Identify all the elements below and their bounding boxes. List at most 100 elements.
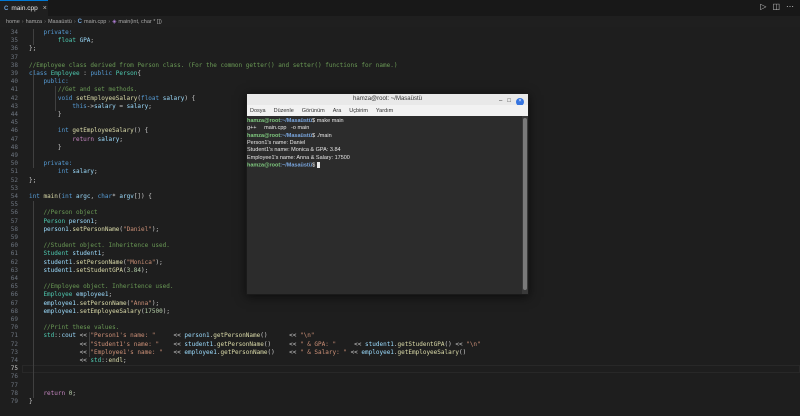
code-line[interactable]: 35 float GPA; (0, 37, 800, 45)
code-text: }; (29, 45, 36, 53)
code-line[interactable]: 38 //Employee class derived from Person c… (0, 62, 800, 70)
menu-gorunum[interactable]: Görünüm (302, 108, 325, 114)
code-token: << (346, 348, 362, 356)
code-token: student1 (365, 340, 394, 348)
code-token: private: (29, 160, 73, 168)
run-debug-icon[interactable]: ▷ (760, 2, 766, 11)
code-token: Person (115, 70, 138, 77)
code-token: salary (97, 135, 120, 143)
code-line[interactable]: 77 (0, 382, 800, 390)
line-number: 41 (10, 86, 18, 94)
menu-ucbirim[interactable]: Uçbirim (349, 108, 368, 114)
code-token: getPersonName (216, 340, 264, 348)
scrollbar-thumb[interactable] (523, 118, 527, 290)
code-text: << "Student1's name: " << student1.getPe… (29, 341, 481, 349)
chevron-right-icon: › (108, 18, 111, 25)
code-line[interactable]: 37 (0, 54, 800, 62)
code-text: } (29, 398, 33, 406)
line-number: 42 (10, 94, 18, 102)
code-token: employee1 (29, 307, 76, 315)
code-line[interactable]: 68 employee1.setEmployeeSalary(17500); (0, 308, 800, 316)
code-line[interactable]: 69 (0, 316, 800, 324)
code-token: argv (119, 193, 134, 200)
line-number: 56 (10, 209, 18, 217)
code-token: setEmployeeSalary (79, 307, 142, 315)
code-token: //Get and set methods. (29, 86, 138, 94)
code-token: getEmployeeSalary (397, 348, 459, 356)
line-number: 57 (10, 217, 18, 225)
code-line[interactable]: 79} (0, 398, 800, 406)
breadcrumb-symbol[interactable]: main(int, char * []) (118, 19, 161, 25)
code-token: person1 (68, 217, 95, 225)
menu-dosya[interactable]: Dosya (250, 108, 266, 114)
line-number: 37 (10, 53, 18, 61)
code-token: 3.84 (126, 266, 142, 274)
code-text: //Print these values. (29, 324, 119, 332)
code-token: []) { (133, 193, 152, 200)
terminal-output[interactable]: hamza@root:~/Masaüstü$ make main g++ main… (247, 116, 522, 294)
code-line[interactable]: 78 return 0; (0, 390, 800, 398)
line-number: 46 (10, 127, 18, 135)
code-token: int (29, 168, 73, 176)
code-token: //Employee class derived from Person cla… (29, 61, 398, 69)
code-text: Employee employee1; (29, 291, 112, 299)
terminal-window[interactable]: hamza@root: ~/Masaüstü – □ × Dosya Düzen… (246, 93, 529, 295)
code-line[interactable]: 71 std::cout << "Person1's name: " << pe… (0, 332, 800, 340)
code-line[interactable]: 34 private: (0, 29, 800, 37)
code-line[interactable]: 76 (0, 373, 800, 381)
menu-duzenle[interactable]: Düzenle (274, 108, 294, 114)
code-text: int salary; (29, 168, 98, 176)
code-token: }; (29, 176, 37, 184)
code-token: () << (444, 340, 467, 348)
tab-main-cpp[interactable]: C main.cpp × (0, 0, 48, 16)
code-token: salary (126, 102, 149, 110)
prompt-path: :~/Masaüstü (280, 132, 313, 139)
code-line[interactable]: 36}; (0, 45, 800, 53)
line-number: 66 (10, 291, 18, 299)
breadcrumb-home[interactable]: home (6, 19, 20, 25)
close-icon[interactable]: × (43, 5, 47, 12)
more-actions-icon[interactable]: ⋯ (786, 2, 794, 11)
terminal-line: hamza@root:~/Masaüstü$ (247, 161, 320, 169)
menu-ara[interactable]: Ara (333, 108, 342, 114)
terminal-line: hamza@root:~/Masaüstü$ ./main (247, 133, 332, 140)
terminal-line: Student1's name: Monica & GPA: 3.84 (247, 147, 341, 154)
code-token: << (29, 348, 91, 356)
code-text: //Employee object. Inheritence used. (29, 283, 173, 291)
breadcrumb-desktop[interactable]: Masaüstü (48, 19, 72, 25)
code-line[interactable]: 75 (0, 365, 800, 373)
line-number: 55 (10, 201, 18, 209)
code-token: Person (29, 217, 69, 225)
menu-yardim[interactable]: Yardım (376, 108, 393, 114)
prompt-path: :~/Masaüstü (280, 118, 313, 124)
split-editor-icon[interactable]: ◫ (772, 2, 780, 11)
code-token: salary (94, 102, 116, 110)
terminal-title-bar[interactable]: hamza@root: ~/Masaüstü – □ × (247, 94, 528, 106)
line-number: 38 (10, 61, 18, 69)
breadcrumb: home › hamza › Masaüstü › C main.cpp › ◈… (0, 16, 800, 27)
code-text: }; (29, 177, 36, 185)
code-line[interactable]: 40 public: (0, 78, 800, 86)
code-token: employee1 (184, 348, 217, 356)
line-number: 75 (10, 365, 18, 373)
code-line[interactable]: 70 //Print these values. (0, 324, 800, 332)
code-line[interactable]: 39 class Employee : public Person{ (0, 70, 800, 78)
code-line[interactable]: 67 employee1.setPersonName("Anna"); (0, 300, 800, 308)
code-line[interactable]: 73 << "Employee1's name: " << employee1.… (0, 349, 800, 357)
breadcrumb-file[interactable]: main.cpp (84, 19, 106, 25)
terminal-menu-bar: Dosya Düzenle Görünüm Ara Uçbirim Yardım (247, 105, 528, 116)
line-number: 68 (10, 307, 18, 315)
code-token: getPersonName (213, 332, 261, 340)
code-token: student1 (184, 340, 214, 348)
terminal-scrollbar[interactable] (522, 116, 528, 294)
line-number: 70 (10, 324, 18, 332)
code-token: student1 (29, 266, 73, 274)
breadcrumb-hamza[interactable]: hamza (26, 19, 43, 25)
code-token: << (29, 357, 91, 364)
code-text: std::cout << "Person1's name: " << perso… (29, 332, 314, 340)
code-text: person1.setPersonName("Daniel"); (29, 226, 159, 234)
code-line[interactable]: 72 << "Student1's name: " << student1.ge… (0, 341, 800, 349)
code-token: ); (151, 225, 160, 233)
code-text: Student student1; (29, 250, 104, 258)
code-line[interactable]: 74 << std::endl; (0, 357, 800, 365)
